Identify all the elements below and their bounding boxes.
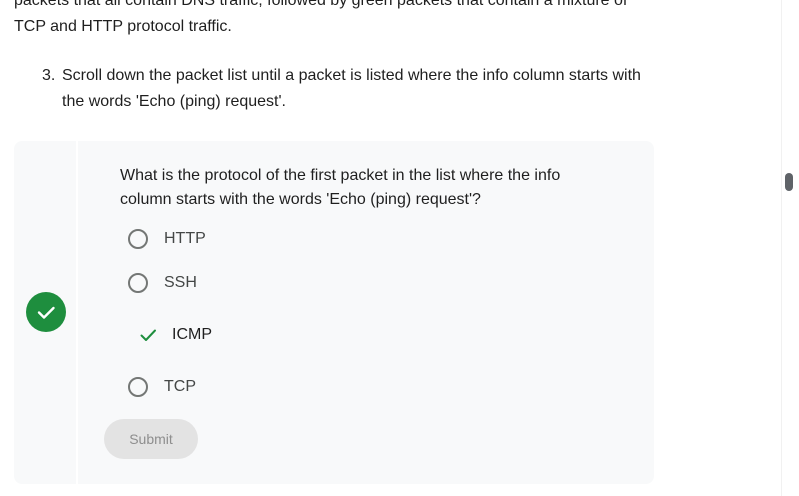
page: packets that all contain DNS traffic, fo… — [0, 0, 799, 496]
submit-button[interactable]: Submit — [104, 419, 198, 459]
check-circle-icon — [26, 292, 66, 332]
step-text: Scroll down the packet list until a pack… — [62, 67, 641, 110]
option-label: TCP — [164, 378, 196, 395]
option-icmp[interactable]: ICMP — [138, 323, 212, 347]
radio-circle-icon[interactable] — [128, 273, 148, 293]
instruction-step: 3. Scroll down the packet list until a p… — [42, 63, 642, 115]
option-label: ICMP — [172, 326, 212, 343]
radio-circle-icon[interactable] — [128, 229, 148, 249]
intro-paragraph: packets that all contain DNS traffic, fo… — [14, 0, 674, 40]
option-tcp[interactable]: TCP — [126, 375, 196, 399]
step-number: 3. — [42, 67, 56, 84]
intro-line-2: TCP and HTTP protocol traffic. — [14, 18, 232, 35]
radio-circle-icon[interactable] — [128, 377, 148, 397]
scrollbar-thumb[interactable] — [785, 173, 793, 191]
option-label: SSH — [164, 274, 197, 291]
question-text: What is the protocol of the first packet… — [120, 167, 561, 208]
option-label: HTTP — [164, 230, 206, 247]
option-ssh[interactable]: SSH — [126, 271, 197, 295]
intro-line-1: packets that all contain DNS traffic, fo… — [14, 0, 628, 9]
quiz-card: What is the protocol of the first packet… — [14, 141, 654, 484]
scrollbar-track[interactable] — [781, 0, 799, 496]
quiz-divider — [76, 141, 78, 484]
option-http[interactable]: HTTP — [126, 227, 206, 251]
checkmark-icon — [138, 325, 158, 345]
